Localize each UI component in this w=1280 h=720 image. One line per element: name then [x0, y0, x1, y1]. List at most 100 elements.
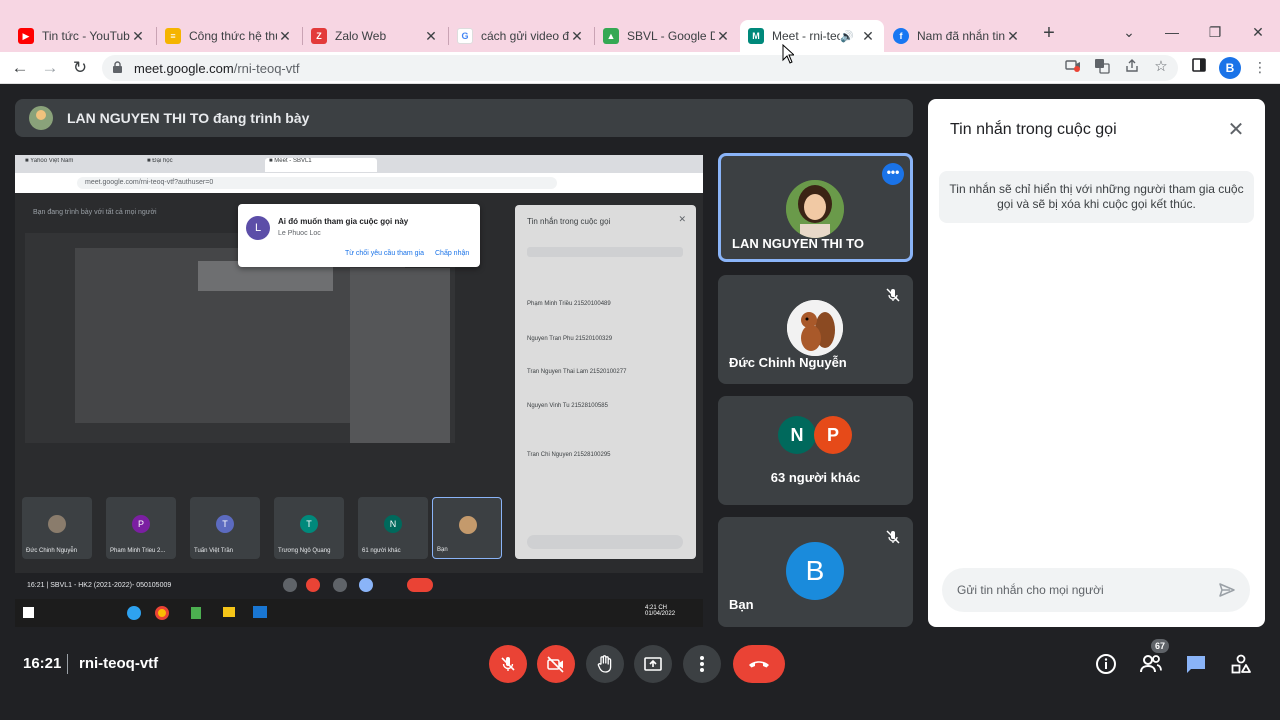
send-icon[interactable]: [1218, 581, 1236, 599]
reload-button[interactable]: ↻: [68, 56, 92, 80]
shared-tab: ■ Đại học: [147, 158, 173, 164]
present-icon: [644, 657, 662, 671]
tab-title: Tin tức - YouTube: [42, 29, 130, 43]
side-panel-icon[interactable]: [1190, 58, 1208, 76]
shared-tile: T Trương Ngô Quang: [274, 497, 344, 559]
shared-present-icon: [359, 578, 373, 592]
join-request-dialog: L Ai đó muốn tham gia cuộc gọi này Le Ph…: [238, 204, 480, 267]
shared-tile-name: Pham Minh Trieu 2...: [110, 548, 166, 554]
more-options-icon[interactable]: •••: [882, 163, 904, 185]
close-icon[interactable]: ✕: [860, 28, 876, 45]
nested-chat: [350, 268, 450, 443]
shared-tile: N 61 người khác: [358, 497, 428, 559]
end-call-button[interactable]: [733, 645, 785, 683]
shared-tile-self: Bạn: [432, 497, 502, 559]
lock-icon[interactable]: [112, 61, 126, 75]
shared-tile-avatar: P: [132, 515, 150, 533]
requester-avatar: L: [246, 216, 270, 240]
tab-cong-thuc[interactable]: ≡ Công thức hệ thức ✕: [157, 20, 301, 52]
shared-tile-name: Tuấn Việt Trần: [194, 548, 234, 554]
meeting-details-button[interactable]: [1094, 652, 1118, 676]
edge-icon: [127, 606, 141, 620]
present-screen-button[interactable]: [634, 645, 672, 683]
close-icon[interactable]: ✕: [1225, 119, 1247, 141]
mic-off-icon: [501, 657, 515, 671]
chat-message-input[interactable]: [957, 579, 1207, 601]
end-call-icon: [749, 661, 769, 668]
new-tab-button[interactable]: +: [1038, 22, 1060, 44]
requester-name: Le Phuoc Loc: [278, 230, 321, 237]
tab-google-search[interactable]: G cách gửi video đi ✕: [449, 20, 593, 52]
close-icon[interactable]: ✕: [1005, 28, 1021, 45]
google-icon: G: [457, 28, 473, 44]
app-icon: [253, 606, 267, 618]
chat-button[interactable]: [1184, 652, 1208, 676]
minimize-button[interactable]: —: [1158, 20, 1186, 44]
mic-toggle-button[interactable]: [489, 645, 527, 683]
forward-button[interactable]: →: [38, 56, 62, 80]
participant-tile-duc[interactable]: Đức Chinh Nguyễn: [718, 275, 913, 384]
restore-button[interactable]: ❐: [1201, 20, 1229, 44]
participant-name: Đức Chinh Nguyễn: [729, 355, 847, 370]
shared-tab: ■ Yahoo Việt Nam: [25, 158, 74, 164]
address-bar[interactable]: meet.google.com/rni-teoq-vtf: [102, 55, 1178, 81]
calculator-icon: [191, 607, 201, 619]
shared-tile-avatar: [459, 516, 477, 534]
more-options-button[interactable]: [683, 645, 721, 683]
back-button[interactable]: ←: [8, 56, 32, 80]
participant-avatar: [787, 300, 843, 356]
youtube-icon: ▶: [18, 28, 34, 44]
shared-mic-icon: [283, 578, 297, 592]
close-icon[interactable]: ✕: [569, 28, 585, 45]
tab-title: Zalo Web: [335, 29, 387, 43]
chat-icon: [1187, 656, 1205, 673]
close-icon[interactable]: ✕: [715, 28, 731, 45]
shared-tile-avatar: [48, 515, 66, 533]
participant-tile-lan[interactable]: ••• LAN NGUYEN THI TO: [718, 153, 913, 262]
chat-input-box[interactable]: [942, 568, 1250, 612]
tab-meet[interactable]: M Meet - rni-teoq 🔊 ✕: [740, 20, 884, 52]
profile-avatar[interactable]: B: [1219, 57, 1241, 79]
tab-title: Meet - rni-teoq: [772, 29, 841, 43]
tab-zalo[interactable]: Z Zalo Web ✕: [303, 20, 447, 52]
share-icon[interactable]: [1123, 58, 1141, 76]
chat-panel: Tin nhắn trong cuộc gọi ✕ Tin nhắn sẽ ch…: [928, 99, 1265, 627]
shared-tile-name: Bạn: [437, 547, 448, 553]
close-icon[interactable]: ✕: [277, 28, 293, 45]
camera-blocked-icon[interactable]: [1064, 58, 1082, 76]
tab-youtube[interactable]: ▶ Tin tức - YouTube ✕: [10, 20, 154, 52]
presenter-banner: LAN NGUYEN THI TO đang trình bày: [15, 99, 913, 137]
tab-drive[interactable]: ▲ SBVL - Google Drive ✕: [595, 20, 739, 52]
raise-hand-icon: [597, 655, 612, 673]
tab-search-icon[interactable]: ⌄: [1115, 20, 1143, 44]
people-button[interactable]: [1139, 652, 1163, 676]
info-icon: [1096, 654, 1116, 674]
bookmark-star-icon[interactable]: ☆: [1152, 58, 1170, 76]
folder-icon: [223, 607, 235, 617]
tab-facebook[interactable]: f Nam đã nhắn tin ✕: [885, 20, 1029, 52]
mic-off-icon: [885, 287, 901, 303]
shared-tile: P Pham Minh Trieu 2...: [106, 497, 176, 559]
participant-tile-you[interactable]: B Bạn: [718, 517, 913, 627]
translate-icon[interactable]: [1093, 58, 1111, 76]
speaker-icon[interactable]: 🔊: [840, 30, 854, 43]
accept-button: Chấp nhận: [435, 250, 470, 257]
close-icon[interactable]: ✕: [423, 28, 439, 45]
shared-tile-name: 61 người khác: [362, 548, 401, 554]
shared-tile-avatar: N: [384, 515, 402, 533]
self-avatar: B: [786, 542, 844, 600]
activities-icon: [1231, 654, 1251, 674]
tab-title: Nam đã nhắn tin: [917, 29, 1005, 43]
activities-button[interactable]: [1229, 652, 1253, 676]
menu-kebab-icon[interactable]: ⋮: [1251, 58, 1269, 76]
shared-control-bar: 16:21 | SBVL1 - HK2 (2021-2022)- 0501050…: [15, 573, 703, 599]
raise-hand-button[interactable]: [586, 645, 624, 683]
shared-url-bar: meet.google.com/rni-teoq-vtf?authuser=0: [15, 173, 703, 193]
shared-chat-line: Nguyen Vinh Tu 21528100585: [527, 403, 608, 409]
camera-toggle-button[interactable]: [537, 645, 575, 683]
mic-off-icon: [885, 529, 901, 545]
participant-tile-others[interactable]: N P 63 người khác: [718, 396, 913, 505]
close-icon[interactable]: ✕: [130, 28, 146, 45]
windows-taskbar: 4:21 CH 01/04/2022: [15, 599, 703, 627]
close-window-button[interactable]: ✕: [1244, 20, 1272, 44]
